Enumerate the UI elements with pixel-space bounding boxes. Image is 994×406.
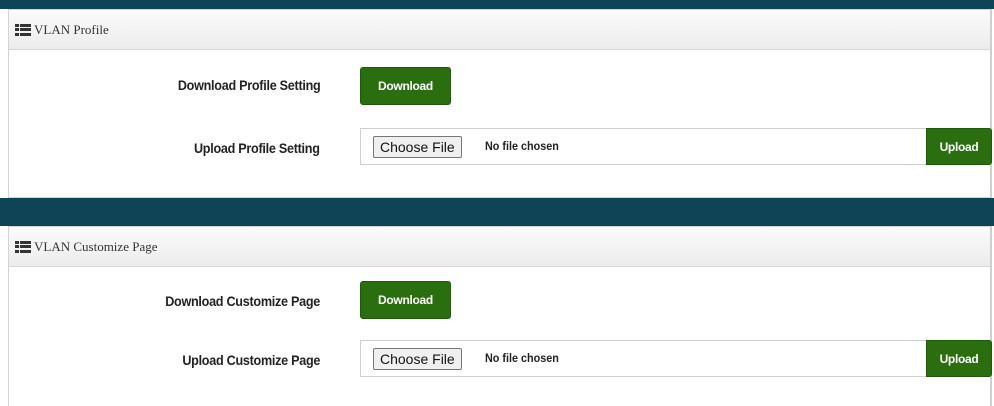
choose-file-button[interactable]: Choose File	[373, 348, 462, 370]
file-status-text: No file chosen	[485, 139, 559, 153]
list-icon	[15, 240, 31, 253]
download-profile-label: Download Profile Setting	[177, 77, 320, 93]
panel-title: VLAN Profile	[34, 21, 109, 37]
upload-customize-row: Upload Customize Page Choose File No fil…	[9, 339, 992, 379]
vlan-profile-panel: VLAN Profile Download Profile Setting Do…	[8, 9, 992, 198]
upload-profile-button[interactable]: Upload	[926, 128, 992, 165]
vlan-settings-page: VLAN Profile Download Profile Setting Do…	[0, 0, 994, 406]
download-customize-button[interactable]: Download	[360, 281, 451, 319]
customize-file-input: Choose File No file chosen Upload	[360, 340, 992, 377]
download-profile-row: Download Profile Setting Download	[9, 65, 990, 105]
download-customize-row: Download Customize Page Download	[9, 280, 990, 320]
upload-customize-button[interactable]: Upload	[926, 340, 992, 377]
download-profile-button[interactable]: Download	[360, 67, 451, 105]
profile-file-input: Choose File No file chosen Upload	[360, 128, 992, 165]
list-icon	[15, 23, 31, 36]
panel-title: VLAN Customize Page	[34, 238, 158, 254]
vlan-customize-panel: VLAN Customize Page Download Customize P…	[8, 226, 992, 406]
file-status-text: No file chosen	[485, 351, 559, 365]
panel-header: VLAN Profile	[9, 10, 990, 50]
download-customize-label: Download Customize Page	[165, 293, 320, 309]
panel-header: VLAN Customize Page	[9, 227, 990, 267]
upload-profile-label: Upload Profile Setting	[194, 140, 320, 156]
top-band	[0, 0, 994, 9]
section-divider	[0, 198, 994, 226]
upload-profile-row: Upload Profile Setting Choose File No fi…	[9, 126, 992, 166]
upload-customize-label: Upload Customize Page	[182, 352, 320, 368]
choose-file-button[interactable]: Choose File	[373, 136, 462, 158]
